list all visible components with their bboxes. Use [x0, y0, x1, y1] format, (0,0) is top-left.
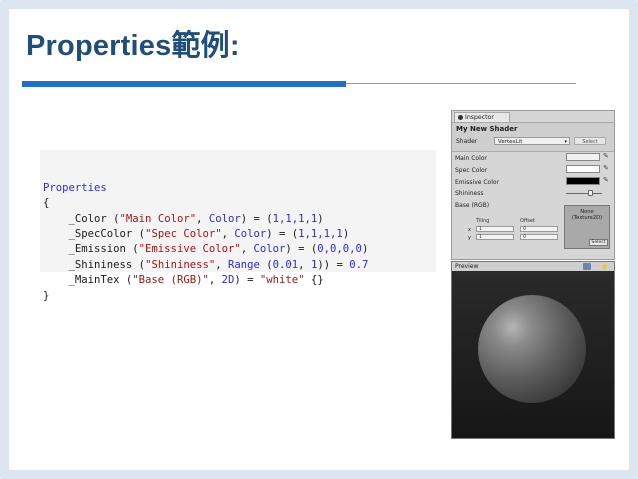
x-axis-label: x: [468, 227, 471, 233]
code-token: ) = (: [266, 227, 299, 240]
code-lines: Properties { _Color ("Main Color", Color)…: [43, 181, 436, 304]
spec-color-swatch[interactable]: [566, 165, 600, 173]
code-line: _MainTex ("Base (RGB)", 2D) = "white" {}: [43, 273, 436, 288]
code-token: ): [361, 243, 369, 256]
code-token: 1,1,1,1: [298, 227, 343, 240]
code-token: ) =: [234, 274, 260, 287]
offset-x-field[interactable]: 0: [520, 226, 558, 232]
code-token: 2D: [221, 274, 235, 287]
code-line: _Shininess ("Shininess", Range (0.01, 1)…: [43, 258, 436, 273]
shader-select-button[interactable]: Select: [574, 137, 606, 145]
y-axis-label: y: [468, 235, 471, 241]
main-color-swatch[interactable]: [566, 153, 600, 161]
chevron-down-icon: ▾: [564, 139, 567, 145]
shader-label: Shader: [456, 138, 478, 145]
prop-spec-color-label: Spec Color: [455, 167, 488, 174]
shininess-slider-handle[interactable]: [587, 190, 593, 196]
tiling-x-field[interactable]: 1: [476, 226, 514, 232]
tiling-header: Tiling: [476, 218, 490, 224]
prop-main-color-label: Main Color: [455, 155, 487, 162]
code-token: ) = (: [285, 243, 318, 256]
code-token: ,: [221, 227, 235, 240]
shader-dropdown[interactable]: VertexLit ▾: [494, 137, 570, 145]
offset-header: Offset: [520, 218, 536, 224]
eyedropper-icon[interactable]: ✎: [603, 176, 609, 184]
inspector-panel: Inspector My New Shader Shader VertexLit…: [451, 110, 615, 260]
info-icon: [458, 114, 463, 120]
code-token: ,: [298, 258, 311, 271]
emissive-color-swatch[interactable]: [566, 177, 600, 185]
code-token: ) = (: [240, 212, 273, 225]
code-token: _Shininess (: [43, 258, 146, 271]
preview-light-icon[interactable]: [602, 264, 607, 269]
preview-viewport[interactable]: [452, 271, 614, 438]
title-underline-thick: [22, 81, 346, 87]
inspector-tab[interactable]: Inspector: [454, 112, 510, 122]
code-token: "Main Color": [119, 212, 197, 225]
code-token: ,: [240, 243, 254, 256]
code-token: "white": [259, 274, 305, 287]
code-token: )) =: [317, 258, 350, 271]
code-token: {}: [304, 274, 324, 287]
code-token: ): [317, 212, 324, 225]
code-token: _MainTex (: [43, 274, 133, 287]
eyedropper-icon[interactable]: ✎: [603, 164, 609, 172]
material-name: My New Shader: [456, 125, 518, 133]
code-token: _Emission (: [43, 243, 139, 256]
prop-shininess-label: Shininess: [455, 190, 484, 197]
code-token: Color: [234, 227, 267, 240]
code-token: "Shininess": [145, 258, 216, 271]
code-token: 0.01: [272, 258, 299, 271]
preview-mesh-icon[interactable]: [583, 263, 591, 270]
code-token: 0.7: [349, 258, 369, 271]
slide-title: Properties範例:: [26, 30, 240, 62]
inspector-tab-label: Inspector: [465, 114, 494, 121]
code-token: }: [43, 289, 50, 302]
code-token: 1,1,1,1: [272, 212, 318, 225]
code-token: {: [43, 197, 50, 210]
texture-select-button[interactable]: Select: [589, 239, 608, 246]
texture-slot[interactable]: None (Texture2D) Select: [564, 205, 610, 249]
code-line: }: [43, 289, 436, 304]
texture-type-label: (Texture2D): [571, 215, 603, 221]
code-token: Color: [208, 212, 241, 225]
code-token: 0,0,0,0: [317, 243, 362, 256]
shininess-slider-track[interactable]: [566, 193, 602, 194]
preview-label: Preview: [455, 263, 479, 270]
code-token: Properties: [43, 181, 107, 194]
code-line: _SpecColor ("Spec Color", Color) = (1,1,…: [43, 227, 436, 242]
preview-sphere: [478, 295, 586, 403]
code-block: Properties { _Color ("Main Color", Color)…: [40, 150, 436, 302]
code-token: Color: [253, 243, 286, 256]
texture-slot-text: None (Texture2D): [565, 209, 609, 221]
code-token: ,: [208, 274, 222, 287]
code-line: _Color ("Main Color", Color) = (1,1,1,1): [43, 212, 436, 227]
code-line: {: [43, 196, 436, 211]
code-token: "Spec Color": [145, 227, 222, 240]
code-token: "Base (RGB)": [132, 274, 209, 287]
code-line: Properties: [43, 181, 436, 196]
code-line: _Emission ("Emissive Color", Color) = (0…: [43, 242, 436, 257]
eyedropper-icon[interactable]: ✎: [603, 152, 609, 160]
title-underline-thin: [346, 83, 576, 84]
code-token: (: [259, 258, 273, 271]
code-token: _Color (: [43, 212, 120, 225]
code-token: _SpecColor (: [43, 227, 146, 240]
code-token: ,: [215, 258, 228, 271]
shader-dropdown-value: VertexLit: [498, 139, 523, 145]
prop-base-label: Base (RGB): [455, 202, 490, 209]
prop-emissive-color-label: Emissive Color: [455, 179, 500, 186]
code-token: ,: [196, 212, 209, 225]
preview-panel: Preview: [451, 261, 615, 439]
code-token: ): [342, 227, 350, 240]
code-token: Range: [228, 258, 260, 271]
code-token: "Emissive Color": [138, 243, 241, 256]
offset-y-field[interactable]: 0: [520, 234, 558, 240]
tiling-y-field[interactable]: 1: [476, 234, 514, 240]
